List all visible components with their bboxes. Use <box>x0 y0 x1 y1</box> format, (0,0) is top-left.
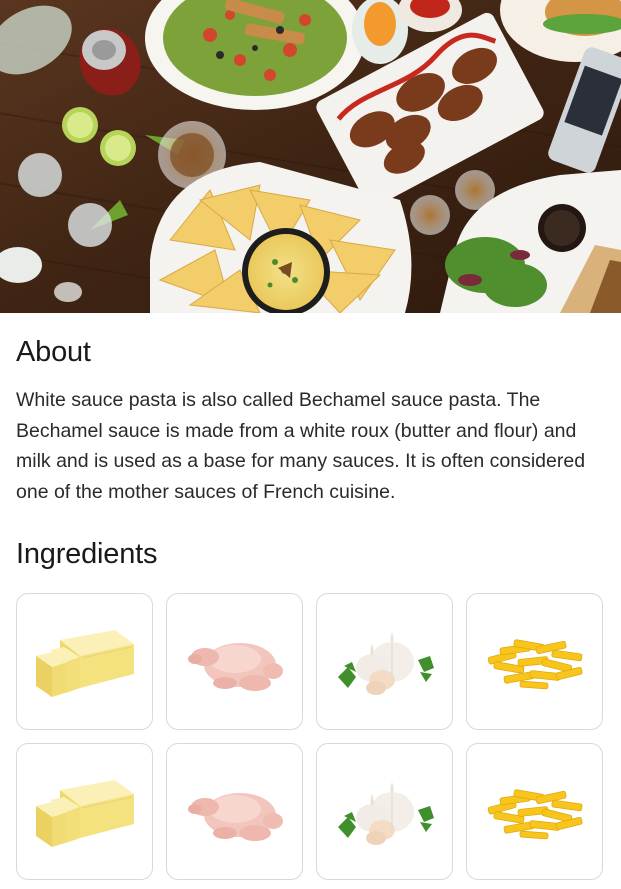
ingredient-card-chicken[interactable] <box>166 743 303 880</box>
garlic-icon <box>337 631 434 695</box>
ingredient-card-butter[interactable] <box>16 743 153 880</box>
raw-chicken-icon <box>187 642 283 691</box>
about-heading: About <box>16 336 91 368</box>
ingredients-heading: Ingredients <box>16 538 158 570</box>
ingredient-card-chicken[interactable] <box>166 593 303 730</box>
ingredient-card-garlic[interactable] <box>316 743 453 880</box>
hero-food-photo <box>0 0 621 313</box>
ingredient-card-penne[interactable] <box>466 743 603 880</box>
about-description: White sauce pasta is also called Bechame… <box>16 389 586 503</box>
penne-pasta-icon <box>487 638 583 689</box>
raw-chicken-icon <box>187 792 283 841</box>
penne-pasta-icon <box>487 788 583 839</box>
food-spread-photo <box>0 0 621 313</box>
ingredients-grid <box>16 593 606 880</box>
butter-icon <box>35 629 134 697</box>
ingredient-card-butter[interactable] <box>16 593 153 730</box>
ingredient-card-penne[interactable] <box>466 593 603 730</box>
ingredient-card-garlic[interactable] <box>316 593 453 730</box>
garlic-icon <box>337 781 434 845</box>
butter-icon <box>35 779 134 847</box>
